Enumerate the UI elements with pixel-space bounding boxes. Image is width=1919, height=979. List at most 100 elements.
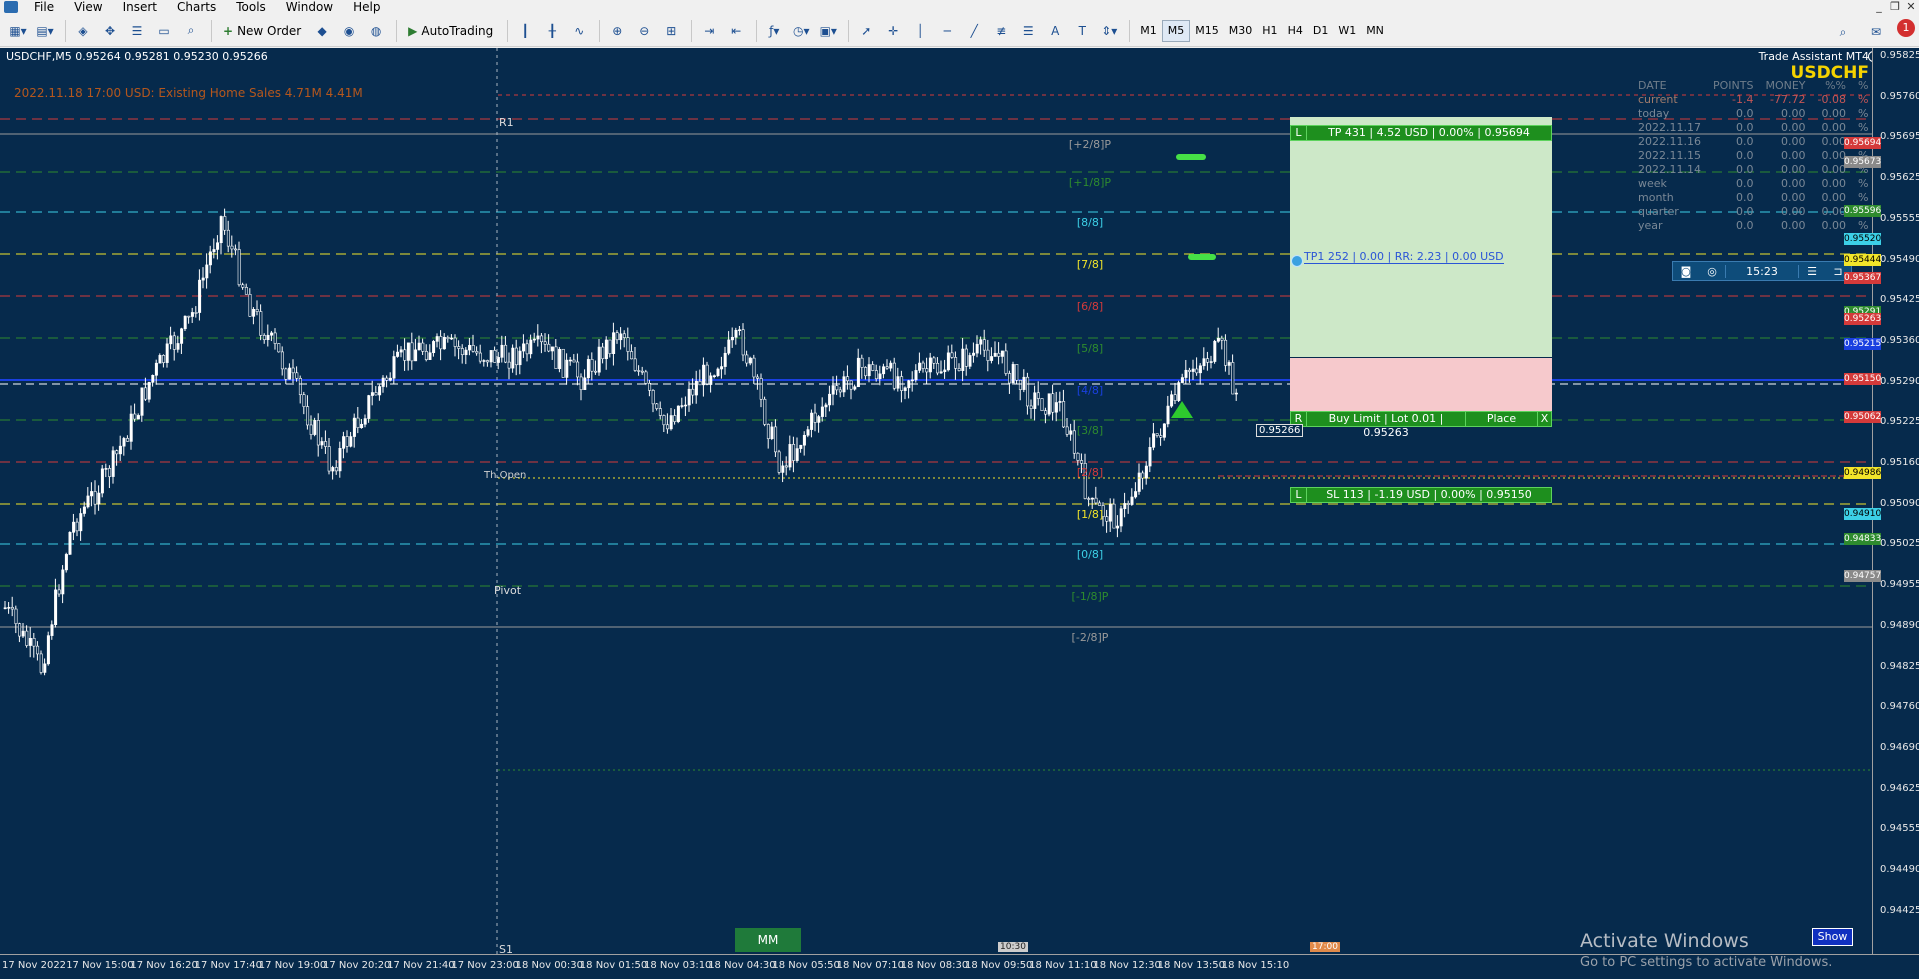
candle-body <box>1191 368 1195 372</box>
candle-body <box>25 630 29 646</box>
metaeditor-icon[interactable]: ◆ <box>310 18 334 44</box>
arrows-icon[interactable]: ⇕▾ <box>1097 18 1121 44</box>
timeframe-m15[interactable]: M15 <box>1190 20 1224 42</box>
candle-body <box>622 333 626 338</box>
bar-chart-icon[interactable]: ┃ <box>513 18 537 44</box>
timeframe-m5[interactable]: M5 <box>1161 19 1191 42</box>
zoom-out-icon[interactable]: ⊖ <box>632 18 656 44</box>
trendline-icon[interactable]: ╱ <box>962 18 986 44</box>
order-bar[interactable]: R Buy Limit | Lot 0.01 | 0.95263 Place X <box>1290 411 1552 439</box>
timeframe-w1[interactable]: W1 <box>1333 20 1361 42</box>
sl-bar[interactable]: L SL 113 | -1.19 USD | 0.00% | 0.95150 <box>1290 487 1552 503</box>
candle-body <box>518 350 522 366</box>
place-order-button[interactable]: Place <box>1465 412 1537 426</box>
camera-icon[interactable]: ◙ <box>1673 265 1699 278</box>
menu-help[interactable]: Help <box>343 0 390 14</box>
notification-badge[interactable]: 1 <box>1897 19 1915 37</box>
chat-icon[interactable]: ✉ <box>1864 19 1888 45</box>
menu-view[interactable]: View <box>64 0 112 14</box>
candle-body <box>896 376 900 389</box>
menu-charts[interactable]: Charts <box>167 0 226 14</box>
candle-body <box>435 336 439 342</box>
tp1-handle-icon[interactable] <box>1291 255 1303 267</box>
menu-insert[interactable]: Insert <box>113 0 167 14</box>
stats-cell: 0.0 <box>1735 218 1754 232</box>
toolbar-separator <box>396 19 398 42</box>
candle-body <box>1159 435 1163 438</box>
market-icon[interactable]: ◍ <box>364 18 388 44</box>
minimize-icon[interactable]: _ <box>1871 0 1887 14</box>
stats-header-row: DATE POINTS MONEY %% % <box>1632 78 1874 92</box>
timeframe-h4[interactable]: H4 <box>1283 20 1308 42</box>
signals-icon[interactable]: ◉ <box>337 18 361 44</box>
equidistant-channel-icon[interactable]: ≢ <box>989 18 1013 44</box>
sl-line-tag[interactable]: L <box>1291 488 1307 502</box>
timeframe-mn[interactable]: MN <box>1361 20 1389 42</box>
indicators-icon[interactable]: ƒ▾ <box>762 18 786 44</box>
timeframe-h1[interactable]: H1 <box>1257 20 1282 42</box>
fibonacci-icon[interactable]: ☰ <box>1016 18 1040 44</box>
candle-body <box>709 375 713 385</box>
take-profit-zone[interactable] <box>1290 117 1552 357</box>
candle-body <box>770 426 774 439</box>
chart-annotations <box>0 48 1872 954</box>
candlestick-icon[interactable]: ╂ <box>540 18 564 44</box>
price-tag: 0.95596 <box>1844 205 1882 217</box>
strategy-tester-icon[interactable]: ⌕ <box>179 18 203 44</box>
terminal-icon[interactable]: ▭ <box>152 18 176 44</box>
profiles-icon[interactable]: ▤▾ <box>33 18 57 44</box>
time-axis-label: 17 Nov 17:40 <box>194 960 263 971</box>
menu-tools[interactable]: Tools <box>226 0 276 14</box>
candle-body <box>554 346 558 369</box>
murrey-level-label: [0/8] <box>1076 548 1104 561</box>
navigator-icon[interactable]: ☰ <box>125 18 149 44</box>
market-watch-icon[interactable]: ◈ <box>71 18 95 44</box>
timeframe-m1[interactable]: M1 <box>1135 20 1162 42</box>
candle-body <box>799 444 803 449</box>
templates-icon[interactable]: ▣▾ <box>816 18 840 44</box>
candle-body <box>151 374 155 383</box>
line-chart-icon[interactable]: ∿ <box>567 18 591 44</box>
candle-body <box>136 415 140 420</box>
text-label-icon[interactable]: T <box>1070 18 1094 44</box>
candle-body <box>187 315 191 318</box>
murrey-level-label: [-1/8]P <box>1071 590 1109 603</box>
periods-icon[interactable]: ◷▾ <box>789 18 813 44</box>
tp-line-tag[interactable]: L <box>1291 126 1307 140</box>
timeframe-m30[interactable]: M30 <box>1224 20 1258 42</box>
price-chart[interactable]: USDCHF,M5 0.95264 0.95281 0.95230 0.9526… <box>0 48 1919 979</box>
data-window-icon[interactable]: ✥ <box>98 18 122 44</box>
candle-body <box>939 371 943 374</box>
auto-scroll-icon[interactable]: ⇥ <box>697 18 721 44</box>
money-management-button[interactable]: MM <box>735 928 801 952</box>
vertical-line-icon[interactable]: │ <box>908 18 932 44</box>
timeframe-d1[interactable]: D1 <box>1308 20 1333 42</box>
candle-body <box>316 420 320 446</box>
candle-body <box>288 367 292 380</box>
restore-icon[interactable]: ❐ <box>1887 0 1903 14</box>
tile-windows-icon[interactable]: ⊞ <box>659 18 683 44</box>
menu-window[interactable]: Window <box>276 0 343 14</box>
zoom-in-icon[interactable]: ⊕ <box>605 18 629 44</box>
crosshair-icon[interactable]: ✛ <box>881 18 905 44</box>
candle-body <box>817 416 821 423</box>
tp-bar[interactable]: L TP 431 | 4.52 USD | 0.00% | 0.95694 <box>1290 125 1552 141</box>
close-icon[interactable]: ✕ <box>1903 0 1919 14</box>
cursor-icon[interactable]: ➚ <box>854 18 878 44</box>
search-icon[interactable]: ⌕ <box>1831 19 1855 45</box>
new-chart-icon[interactable]: ▦▾ <box>6 18 30 44</box>
show-button[interactable]: Show <box>1812 928 1853 946</box>
new-order-button[interactable]: + New Order <box>217 18 307 44</box>
text-icon[interactable]: A <box>1043 18 1067 44</box>
menu-icon[interactable]: ☰ <box>1799 265 1825 278</box>
menu-file[interactable]: File <box>24 0 64 14</box>
candle-body <box>975 343 979 354</box>
chart-shift-icon[interactable]: ⇤ <box>724 18 748 44</box>
tp1-label: TP1 252 | 0.00 | RR: 2.23 | 0.00 USD <box>1304 250 1504 264</box>
close-order-button[interactable]: X <box>1537 412 1551 426</box>
autotrading-button[interactable]: ▶ AutoTrading <box>402 18 499 44</box>
candle-body <box>864 367 868 377</box>
hide-icon[interactable]: ◎ <box>1699 265 1725 278</box>
time-axis-label: 18 Nov 04:30 <box>708 960 776 971</box>
horizontal-line-icon[interactable]: ─ <box>935 18 959 44</box>
